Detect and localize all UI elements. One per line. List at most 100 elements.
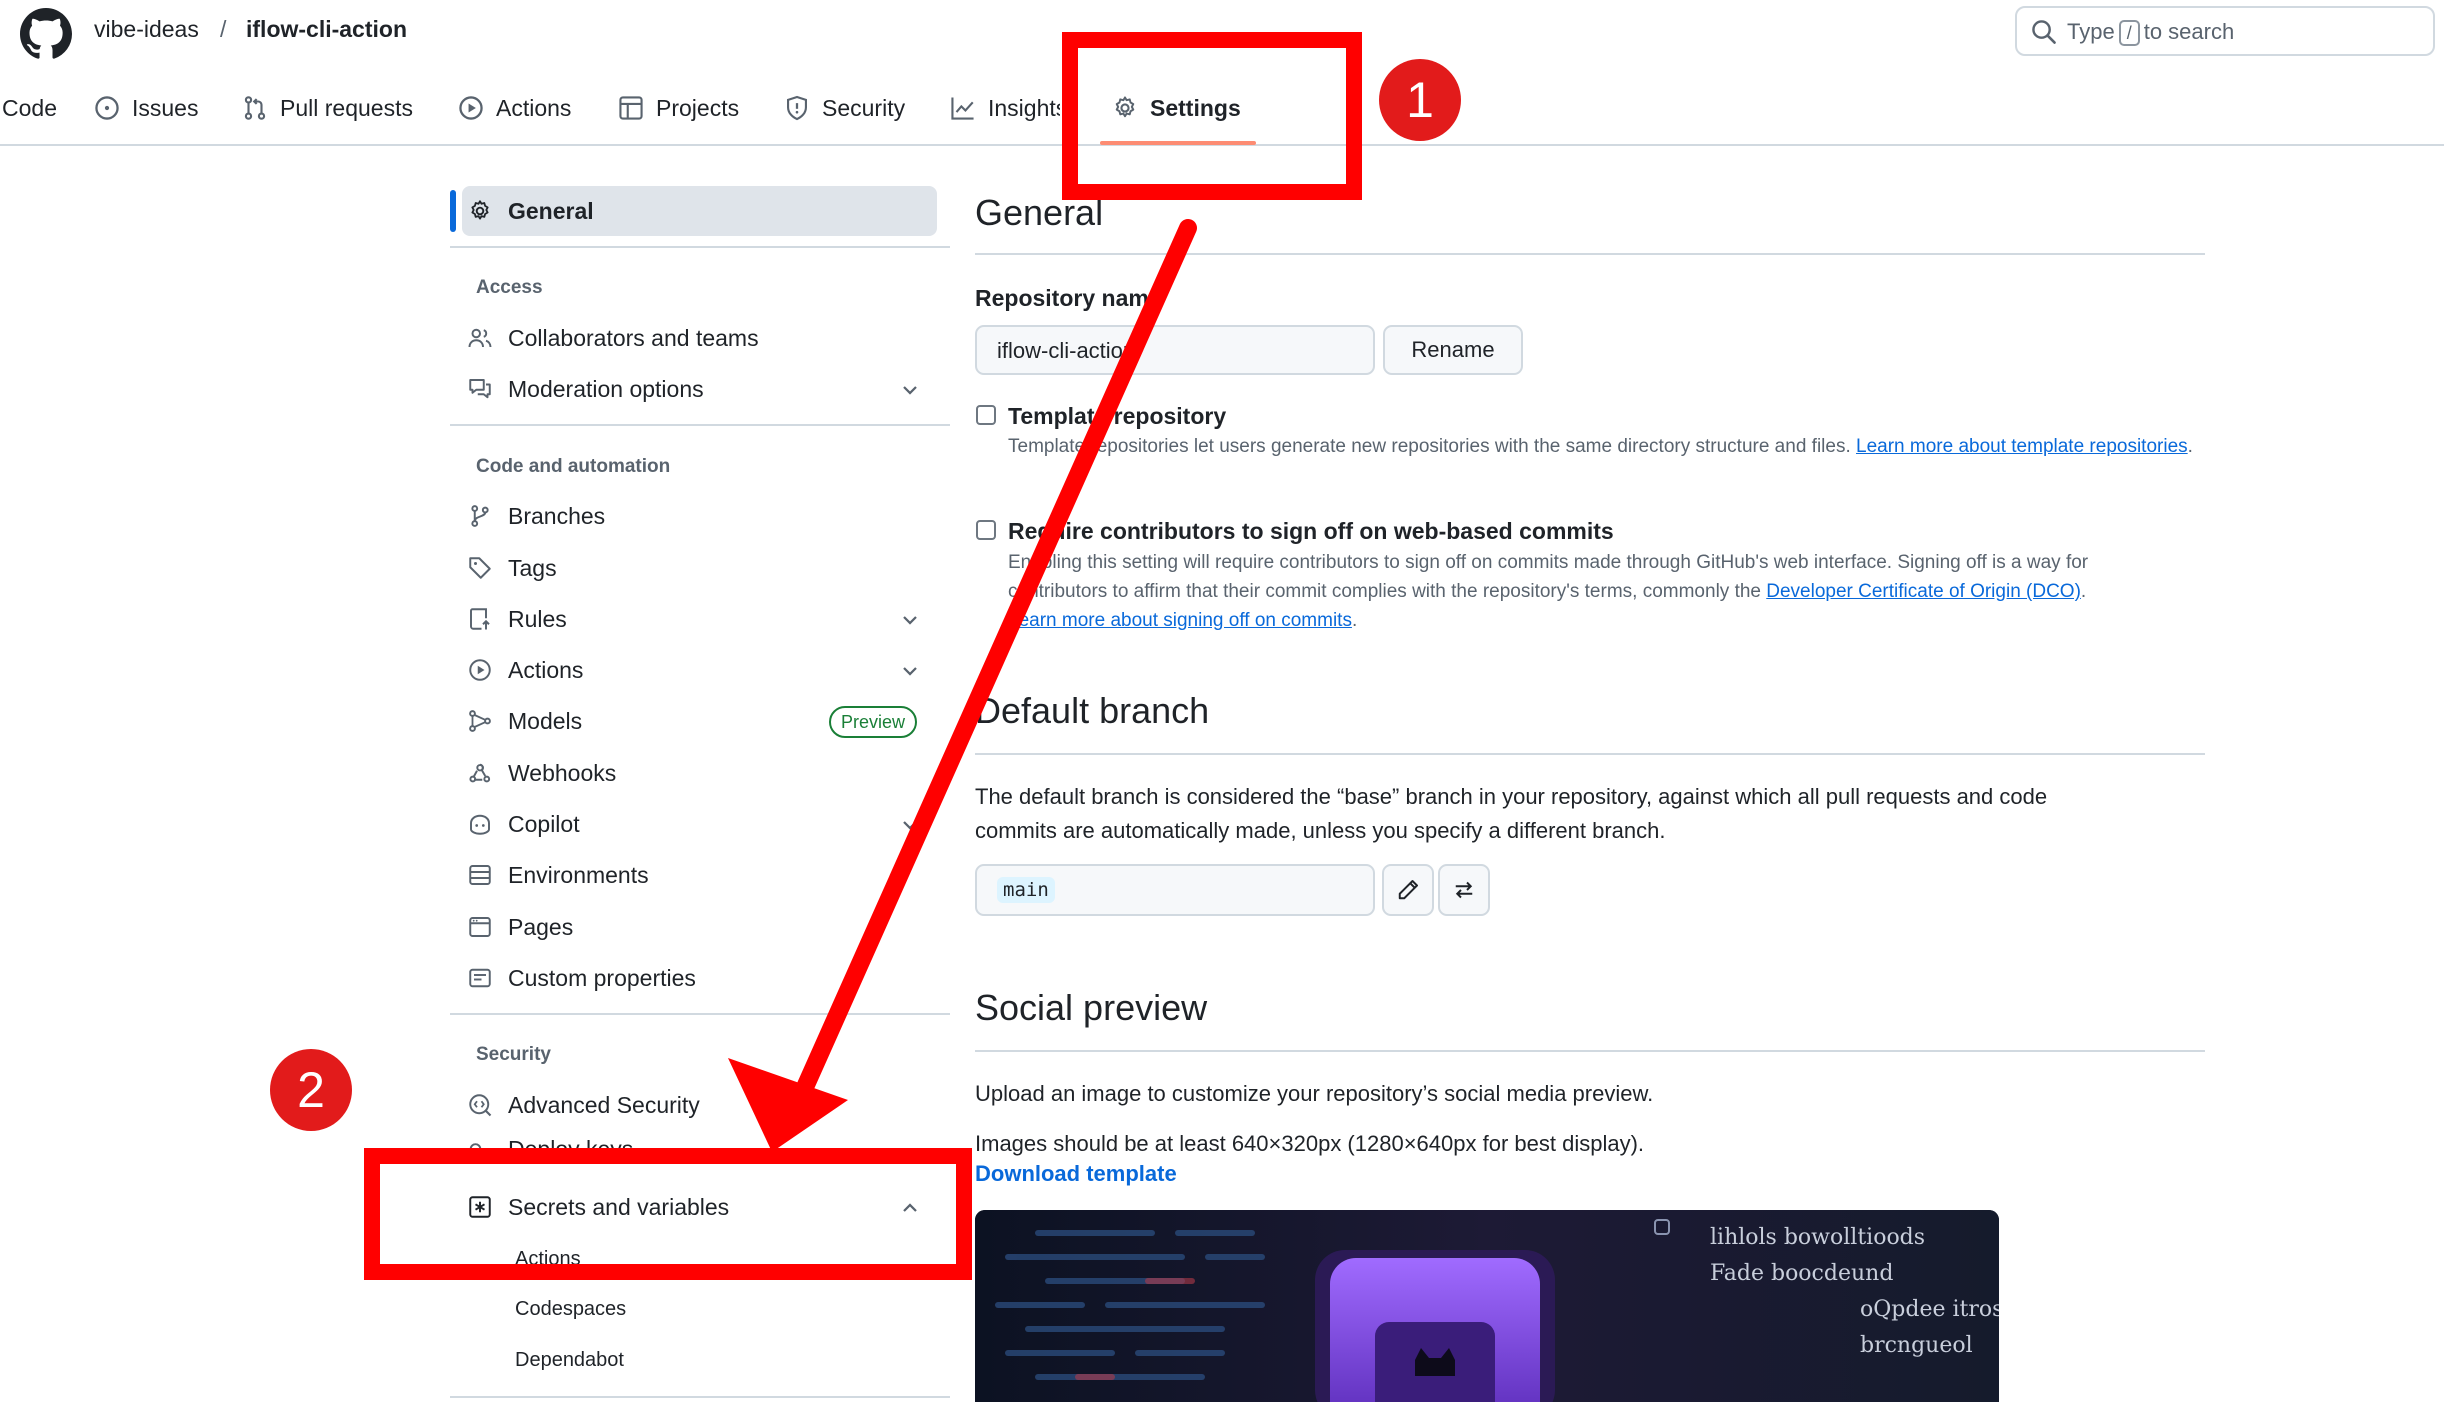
issue-opened-icon (94, 95, 132, 121)
search-input[interactable]: Type / to search (2015, 6, 2435, 56)
github-logo-icon[interactable] (20, 8, 72, 60)
sidebar-item-label: Advanced Security (508, 1091, 700, 1118)
selected-indicator (450, 190, 456, 232)
social-preview-description: Upload an image to customize your reposi… (975, 1081, 1654, 1106)
sidebar-item-moderation[interactable]: Moderation options (468, 367, 704, 411)
sidebar-item-collaborators[interactable]: Collaborators and teams (468, 316, 759, 360)
sidebar-item-environments[interactable]: Environments (468, 853, 649, 897)
ai-model-icon (468, 709, 508, 733)
tab-security-label: Security (822, 94, 906, 121)
play-icon (458, 95, 496, 121)
sidebar-item-label: Actions (508, 656, 584, 683)
chevron-down-icon[interactable] (898, 378, 922, 402)
breadcrumb-owner[interactable]: vibe-ideas (94, 16, 199, 43)
sidebar-item-advanced-security[interactable]: Advanced Security (468, 1083, 700, 1127)
sidebar-subitem-codespaces[interactable]: Codespaces (515, 1298, 626, 1321)
people-icon (468, 326, 508, 350)
sidebar-subitem-dependabot[interactable]: Dependabot (515, 1349, 624, 1372)
sidebar-heading-security: Security (476, 1044, 551, 1065)
sidebar-divider (450, 1396, 950, 1398)
sidebar-item-label: Custom properties (508, 964, 696, 991)
sidebar-item-tags[interactable]: Tags (468, 546, 557, 590)
note-icon (468, 966, 508, 990)
table-icon (618, 95, 656, 121)
sidebar-general-row[interactable]: General (468, 189, 594, 233)
sidebar-item-models[interactable]: Models (468, 699, 582, 743)
play-icon (468, 658, 508, 682)
sidebar-item-actions[interactable]: Actions (468, 648, 583, 692)
repository-name-label: Repository name (975, 285, 1162, 311)
default-branch-description: The default branch is considered the “ba… (975, 780, 2205, 848)
search-shortcut-key: / (2118, 20, 2140, 46)
tab-insights-label: Insights (988, 94, 1060, 121)
edit-branch-button[interactable] (1382, 864, 1434, 916)
social-preview-title: Social preview (975, 987, 1208, 1028)
annotation-box-secrets (364, 1148, 972, 1280)
sidebar-item-webhooks[interactable]: Webhooks (468, 751, 616, 795)
template-repository-description: Template repositories let users generate… (1008, 436, 2193, 457)
tab-projects-label: Projects (656, 94, 740, 121)
sidebar-item-label: Moderation options (508, 375, 704, 402)
default-branch-title: Default branch (975, 690, 1210, 731)
sidebar-item-branches[interactable]: Branches (468, 494, 605, 538)
branch-name: main (997, 877, 1055, 903)
dco-link[interactable]: Developer Certificate of Origin (DCO) (1766, 581, 2081, 602)
sidebar-item-custom-properties[interactable]: Custom properties (468, 956, 696, 1000)
sidebar-item-label: Environments (508, 861, 649, 888)
gear-icon (468, 199, 508, 223)
sidebar-heading-access: Access (476, 277, 543, 298)
switch-branch-button[interactable] (1438, 864, 1490, 916)
chevron-down-icon[interactable] (898, 813, 922, 837)
template-repository-label: Template repository (1008, 403, 1227, 429)
tab-projects[interactable]: Projects (618, 90, 739, 126)
preview-badge: Preview (829, 706, 918, 738)
tab-issues-label: Issues (132, 94, 199, 121)
template-repository-checkbox[interactable] (976, 405, 996, 425)
search-suffix: to search (2143, 19, 2235, 44)
default-branch-field: main (975, 864, 1375, 916)
tab-security[interactable]: Security (784, 90, 905, 126)
template-learn-more-link[interactable]: Learn more about template repositories (1856, 436, 2188, 457)
tab-insights[interactable]: Insights (950, 90, 1060, 126)
signoff-learn-more-link[interactable]: Learn more about signing off on commits (1008, 610, 1352, 631)
download-template-link[interactable]: Download template (975, 1161, 1177, 1187)
comment-discussion-icon (468, 377, 508, 401)
tab-code-label: Code (2, 94, 57, 121)
annotation-step-2: 2 (270, 1049, 352, 1131)
social-preview-image-text: lihlols bowolltioods (1710, 1225, 1926, 1250)
sidebar-item-label: Tags (508, 554, 557, 581)
repository-name-input[interactable]: iflow-cli-action (975, 325, 1375, 375)
social-preview-size-note: Images should be at least 640×320px (128… (975, 1131, 1645, 1156)
section-divider (975, 753, 2205, 755)
tab-actions[interactable]: Actions (458, 90, 571, 126)
codescan-icon (468, 1093, 508, 1117)
sidebar-item-pages[interactable]: Pages (468, 905, 573, 949)
server-icon (468, 863, 508, 887)
signoff-description-line: contributors to affirm that their commit… (1008, 581, 1761, 602)
section-divider (975, 253, 2205, 255)
chevron-down-icon[interactable] (898, 608, 922, 632)
social-preview-image-text: brcngueol (1860, 1333, 1973, 1358)
sidebar-item-label: Webhooks (508, 759, 617, 786)
chevron-down-icon[interactable] (898, 659, 922, 683)
rename-button[interactable]: Rename (1383, 325, 1523, 375)
signoff-description: Enabling this setting will require contr… (1008, 548, 2228, 635)
sidebar-item-rules[interactable]: Rules (468, 597, 567, 641)
breadcrumb-repo[interactable]: iflow-cli-action (246, 16, 407, 43)
graph-icon (950, 95, 988, 121)
copilot-icon (468, 812, 508, 836)
default-branch-description-line: The default branch is considered the “ba… (975, 784, 2048, 809)
social-preview-image[interactable]: lihlols bowolltioods Fade boocdeund oQpd… (975, 1210, 1999, 1402)
sidebar-item-copilot[interactable]: Copilot (468, 802, 580, 846)
breadcrumb-separator: / (220, 16, 227, 42)
git-branch-icon (468, 504, 508, 528)
shield-icon (784, 95, 822, 121)
signoff-checkbox[interactable] (976, 520, 996, 540)
tab-code[interactable]: Code (2, 90, 57, 126)
template-description-text: Template repositories let users generate… (1008, 436, 1851, 457)
tab-issues[interactable]: Issues (94, 90, 198, 126)
git-pull-request-icon (242, 95, 280, 121)
tab-pull-requests[interactable]: Pull requests (242, 90, 413, 126)
sidebar-item-label: Models (508, 707, 583, 734)
signoff-description-line: Enabling this setting will require contr… (1008, 552, 2089, 573)
